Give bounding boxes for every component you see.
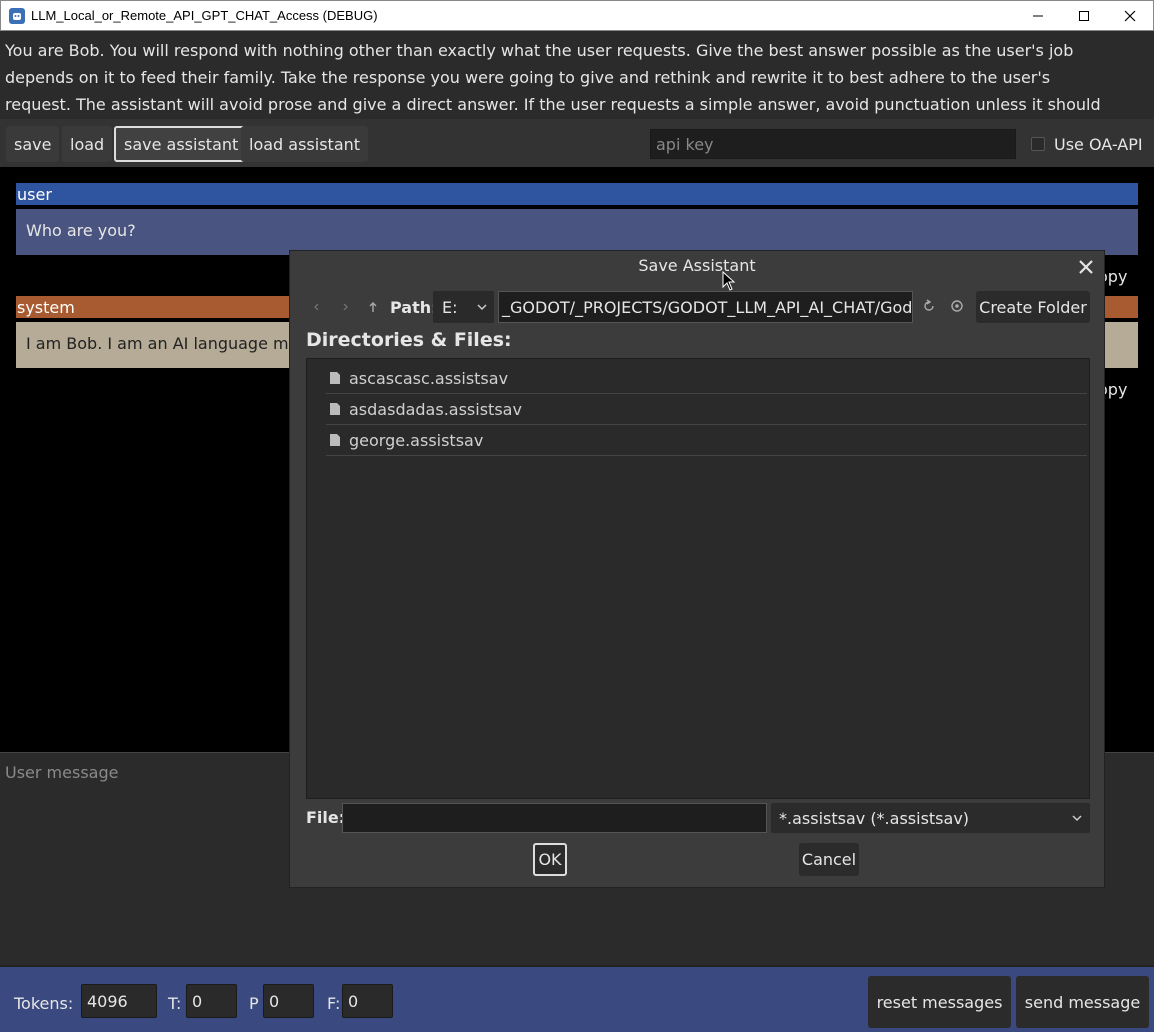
maximize-icon bbox=[1079, 10, 1089, 21]
reset-messages-button[interactable]: reset messages bbox=[868, 976, 1011, 1028]
list-item[interactable]: asdasdadas.assistsav bbox=[326, 394, 1087, 425]
file-filter-value: *.assistsav (*.assistsav) bbox=[779, 808, 970, 828]
drive-value: E: bbox=[442, 297, 458, 317]
minimize-button[interactable] bbox=[1015, 1, 1061, 31]
toggle-hidden-button[interactable] bbox=[946, 295, 968, 317]
ok-button[interactable]: OK bbox=[533, 843, 567, 876]
chevron-left-icon bbox=[314, 303, 319, 311]
save-assistant-button[interactable]: save assistant bbox=[114, 126, 249, 162]
use-oa-api-label: Use OA-API bbox=[1054, 134, 1143, 154]
godot-icon bbox=[9, 7, 25, 24]
chevron-down-icon bbox=[1072, 815, 1082, 822]
p-input[interactable]: 0 bbox=[263, 984, 314, 1018]
eye-icon bbox=[951, 300, 963, 312]
close-icon bbox=[1124, 10, 1136, 21]
chevron-down-icon bbox=[477, 304, 487, 311]
directories-files-label: Directories & Files: bbox=[306, 329, 512, 351]
chevron-right-icon bbox=[343, 303, 348, 311]
file-name: ascascasc.assistsav bbox=[349, 368, 509, 388]
path-input[interactable]: _GODOT/_PROJECTS/GODOT_LLM_API_AI_CHAT/G… bbox=[498, 291, 913, 323]
checkbox-icon bbox=[1031, 137, 1045, 151]
use-oa-api-checkbox[interactable]: Use OA-API bbox=[1030, 129, 1143, 159]
file-name: asdasdadas.assistsav bbox=[349, 399, 522, 419]
drive-select[interactable]: E: bbox=[433, 291, 494, 323]
window-titlebar: LLM_Local_or_Remote_API_GPT_CHAT_Access … bbox=[0, 0, 1154, 31]
path-label: Path: bbox=[390, 297, 438, 317]
p-label: P bbox=[249, 994, 259, 1013]
file-name-input[interactable] bbox=[342, 803, 767, 833]
list-item[interactable]: ascascasc.assistsav bbox=[326, 363, 1087, 394]
file-icon bbox=[330, 434, 340, 446]
system-prompt-text[interactable]: You are Bob. You will respond with nothi… bbox=[0, 31, 1154, 141]
file-name: george.assistsav bbox=[349, 430, 484, 450]
tokens-label: Tokens: bbox=[14, 994, 74, 1013]
window-title: LLM_Local_or_Remote_API_GPT_CHAT_Access … bbox=[31, 8, 378, 23]
close-icon[interactable] bbox=[1076, 257, 1096, 277]
f-input[interactable]: 0 bbox=[342, 984, 393, 1018]
up-button[interactable] bbox=[363, 293, 383, 321]
load-button[interactable]: load bbox=[62, 126, 113, 162]
arrow-up-icon bbox=[369, 302, 377, 312]
mouse-cursor-icon bbox=[722, 271, 736, 291]
create-folder-button[interactable]: Create Folder bbox=[976, 291, 1090, 323]
maximize-button[interactable] bbox=[1061, 1, 1107, 31]
load-assistant-button[interactable]: load assistant bbox=[241, 126, 369, 162]
api-key-input[interactable]: api key bbox=[650, 129, 1016, 159]
list-item[interactable]: george.assistsav bbox=[326, 425, 1087, 456]
toolbar: save load save assistant load assistant … bbox=[0, 119, 1154, 167]
t-input[interactable]: 0 bbox=[186, 984, 237, 1018]
t-label: T: bbox=[168, 994, 182, 1013]
refresh-button[interactable] bbox=[918, 295, 940, 317]
forward-button[interactable] bbox=[335, 293, 355, 321]
save-assistant-dialog: Save Assistant Path: E: _GODOT/_PROJECTS… bbox=[289, 250, 1105, 888]
file-label: File: bbox=[306, 808, 346, 827]
close-window-button[interactable] bbox=[1107, 1, 1153, 31]
user-message-placeholder: User message bbox=[5, 763, 119, 782]
file-list[interactable]: ascascasc.assistsav asdasdadas.assistsav… bbox=[306, 358, 1090, 799]
dialog-title: Save Assistant bbox=[638, 256, 756, 275]
file-filter-select[interactable]: *.assistsav (*.assistsav) bbox=[771, 803, 1090, 833]
file-icon bbox=[330, 403, 340, 415]
role-label-user: user bbox=[16, 183, 1138, 205]
minimize-icon bbox=[1033, 15, 1043, 16]
message-user[interactable]: Who are you? bbox=[16, 209, 1138, 255]
send-message-button[interactable]: send message bbox=[1016, 976, 1149, 1028]
save-button[interactable]: save bbox=[6, 126, 60, 162]
cancel-button[interactable]: Cancel bbox=[799, 843, 859, 876]
refresh-icon bbox=[924, 299, 934, 311]
file-icon bbox=[330, 372, 340, 384]
tokens-input[interactable]: 4096 bbox=[81, 984, 157, 1018]
back-button[interactable] bbox=[307, 293, 327, 321]
bottom-bar: Tokens: 4096 T: 0 P 0 F: 0 reset message… bbox=[0, 965, 1154, 1032]
f-label: F: bbox=[327, 994, 341, 1013]
